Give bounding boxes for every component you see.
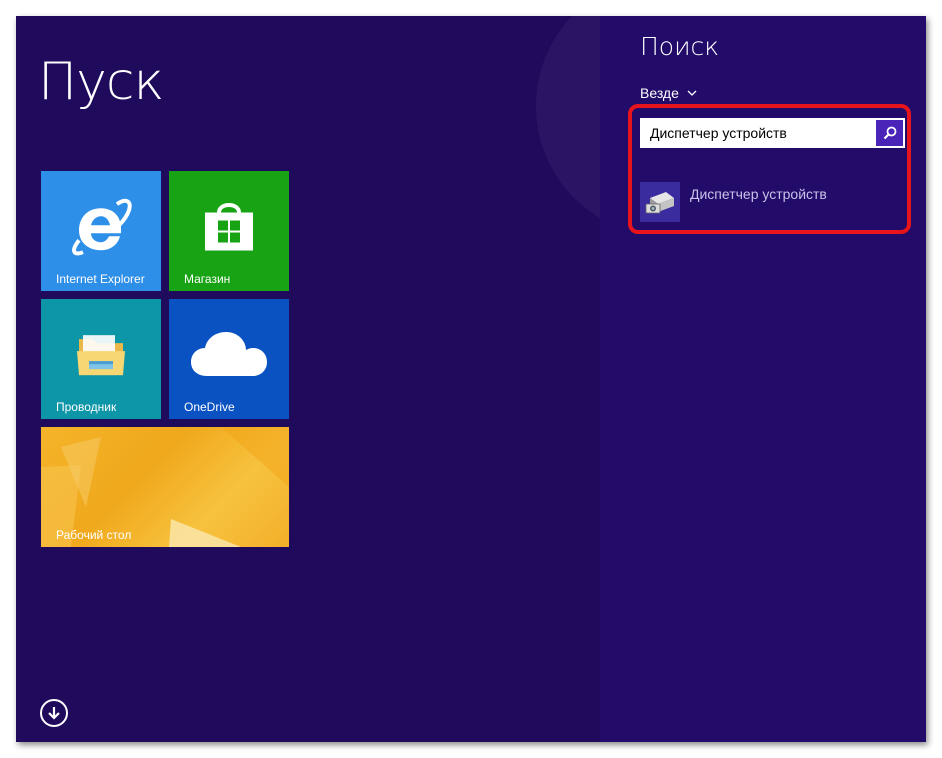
internet-explorer-icon xyxy=(72,198,132,256)
start-title: Пуск xyxy=(38,52,164,112)
arrow-down-circle-icon xyxy=(48,707,60,720)
search-icon xyxy=(883,126,896,140)
folder-icon xyxy=(77,335,125,376)
tile-label-internet-explorer: Internet Explorer xyxy=(56,272,145,286)
search-scope-dropdown[interactable]: Везде xyxy=(640,85,697,101)
tile-onedrive[interactable]: OneDrive xyxy=(169,299,289,419)
search-button[interactable] xyxy=(876,120,903,146)
all-apps-button[interactable] xyxy=(40,699,68,727)
tile-label-file-explorer: Проводник xyxy=(56,400,117,414)
tile-file-explorer[interactable]: Проводник xyxy=(41,299,161,419)
search-scope-label: Везде xyxy=(640,85,679,101)
windows-start-screen: Пуск Internet Explorer Магазин Проводник… xyxy=(16,16,926,742)
search-result-item[interactable]: Диспетчер устройств xyxy=(640,182,895,224)
search-title: Поиск xyxy=(640,32,720,61)
tile-label-store: Магазин xyxy=(184,272,231,286)
search-input[interactable] xyxy=(641,119,873,147)
tile-label-desktop: Рабочий стол xyxy=(56,528,132,542)
tile-internet-explorer[interactable]: Internet Explorer xyxy=(41,171,161,291)
background-swoosh xyxy=(536,16,600,236)
search-result-label: Диспетчер устройств xyxy=(690,186,827,202)
search-pane: Поиск Везде Диспетчер устройств Диспетче… xyxy=(600,16,926,742)
tile-store[interactable]: Магазин xyxy=(169,171,289,291)
tile-label-onedrive: OneDrive xyxy=(184,400,235,414)
search-box xyxy=(640,118,905,148)
cloud-icon xyxy=(191,332,267,376)
tile-desktop[interactable]: Рабочий стол xyxy=(41,427,289,547)
chevron-down-icon xyxy=(687,90,697,96)
start-pane: Пуск Internet Explorer Магазин Проводник… xyxy=(16,16,600,742)
store-icon xyxy=(205,203,253,251)
device-manager-icon xyxy=(640,182,680,222)
